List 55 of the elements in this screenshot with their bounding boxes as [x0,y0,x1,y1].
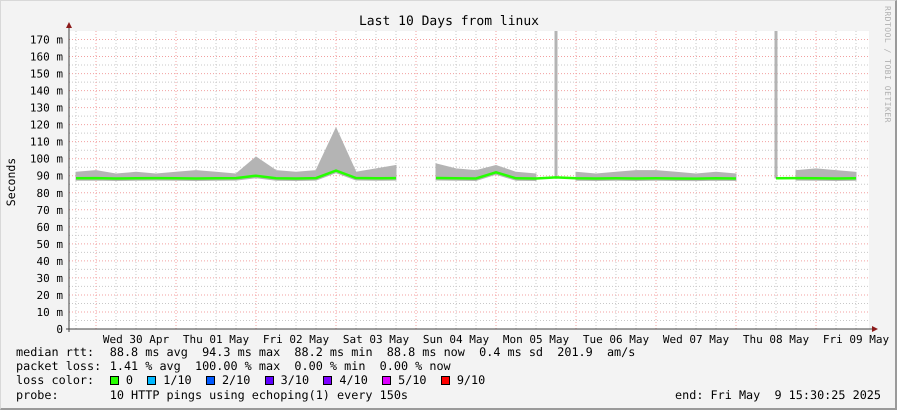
stat-value: 201.9 [557,345,593,360]
y-tick-label: 150 m [30,68,63,81]
y-tick-label: 70 m [36,204,63,217]
legend-text: 1/10 [163,373,192,388]
y-tick-label: 60 m [36,220,63,234]
stat-value: 94.3 ms max [202,345,280,360]
stat-value: am/s [606,345,636,360]
y-tick-label: 30 m [36,272,63,285]
stat-label: packet loss: [16,359,96,374]
y-axis-label: Seconds [4,158,18,206]
x-tick-label: Wed 30 Apr [102,333,170,346]
x-tick-label: Tue 06 May [582,333,650,346]
y-tick-label: 0 [56,323,63,336]
legend-text: 3/10 [280,373,310,388]
y-tick-label: 110 m [30,136,63,149]
stat-value: 0.00 % min [294,359,366,374]
end-time: end: Fri May 9 15:30:25 2025 [675,388,881,402]
y-tick-label: 120 m [30,118,63,132]
x-tick-label: Thu 01 May [182,333,250,346]
legend-text: 2/10 [222,373,250,388]
x-tick-label: Thu 08 May [742,333,810,346]
probe-text: 10 HTTP pings using echoping(1) every 150s [110,388,408,402]
watermark-text: RRDTOOL / TOBI OETIKER [882,6,893,123]
stat-value: 88.8 ms now [386,345,465,360]
legend-label: loss color: [16,373,96,388]
stat-value: 88.8 ms avg [110,345,188,360]
y-tick-label: 130 m [30,102,63,115]
y-tick-label: 140 m [30,84,63,98]
y-tick-label: 50 m [36,238,63,251]
legend-text: 4/10 [339,373,368,388]
x-tick-label: Sat 03 May [342,333,410,346]
stat-value: 0.4 ms sd [479,345,544,360]
legend-text: 0 [126,373,133,388]
stat-value: 1.41 % avg [110,359,181,374]
y-tick-label: 170 m [30,34,63,47]
x-tick-label: Fri 09 May [822,333,890,346]
x-tick-label: Sun 04 May [422,333,490,346]
x-tick-label: Wed 07 May [662,333,730,346]
y-tick-label: 40 m [36,254,63,268]
y-tick-label: 100 m [30,152,63,166]
y-tick-label: 90 m [36,170,63,183]
y-tick-label: 10 m [36,306,63,319]
legend-text: 5/10 [398,373,427,388]
y-tick-label: 20 m [36,288,63,302]
y-tick-label: 80 m [36,186,63,200]
legend-text: 9/10 [456,373,486,388]
probe-label: probe: [16,388,60,402]
x-tick-label: Mon 05 May [502,333,570,346]
x-tick-label: Fri 02 May [262,333,330,346]
chart-title: Last 10 Days from linux [359,14,539,29]
stat-label: median rtt: [16,345,96,360]
stat-value: 88.2 ms min [294,345,373,360]
stat-value: 0.00 % now [380,359,451,374]
y-tick-label: 160 m [30,50,63,64]
stat-value: 100.00 % max [194,359,280,374]
